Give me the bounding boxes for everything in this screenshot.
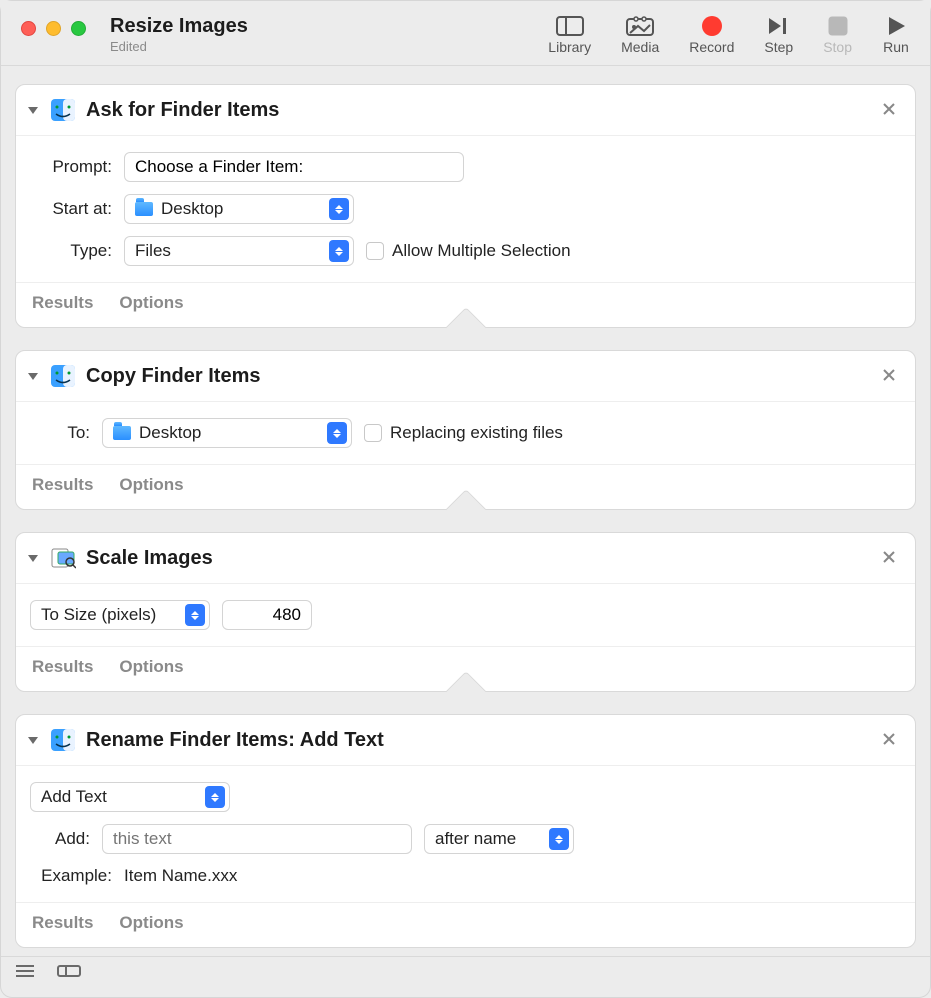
- record-label: Record: [689, 39, 734, 55]
- statusbar: [1, 956, 930, 984]
- allow-multiple-label: Allow Multiple Selection: [392, 241, 571, 261]
- media-button[interactable]: Media: [621, 15, 659, 55]
- action-scale-images: Scale Images To Size (pixels) Results Op…: [15, 532, 916, 692]
- disclosure-icon[interactable]: [26, 369, 40, 383]
- toolbar: Library Media Record Step Stop: [548, 15, 910, 55]
- chevron-updown-icon: [185, 604, 205, 626]
- action-title: Rename Finder Items: Add Text: [86, 729, 869, 752]
- step-button[interactable]: Step: [764, 15, 793, 55]
- rename-mode-popup[interactable]: Add Text: [30, 782, 230, 812]
- remove-action-button[interactable]: [879, 366, 899, 387]
- example-label: Example:: [30, 866, 112, 886]
- media-label: Media: [621, 39, 659, 55]
- start-at-value: Desktop: [161, 199, 321, 219]
- replace-existing-checkbox[interactable]: Replacing existing files: [364, 423, 563, 443]
- zoom-window-button[interactable]: [71, 21, 86, 36]
- action-rename-finder-items: Rename Finder Items: Add Text Add Text A…: [15, 714, 916, 948]
- chevron-updown-icon: [329, 198, 349, 220]
- stop-label: Stop: [823, 39, 852, 55]
- action-title: Ask for Finder Items: [86, 99, 869, 122]
- record-icon: [698, 15, 726, 37]
- step-icon: [765, 15, 793, 37]
- disclosure-icon[interactable]: [26, 103, 40, 117]
- step-label: Step: [764, 39, 793, 55]
- variables-view-button[interactable]: [57, 964, 81, 978]
- start-at-popup[interactable]: Desktop: [124, 194, 354, 224]
- workflow-area: Ask for Finder Items Prompt: Start at: D…: [1, 66, 930, 956]
- window-subtitle: Edited: [110, 39, 248, 54]
- run-label: Run: [883, 39, 909, 55]
- start-at-label: Start at:: [30, 199, 112, 219]
- scale-size-input[interactable]: [222, 600, 312, 630]
- chevron-updown-icon: [549, 828, 569, 850]
- title-block: Resize Images Edited: [110, 15, 248, 54]
- run-icon: [882, 15, 910, 37]
- checkbox-box: [364, 424, 382, 442]
- disclosure-icon[interactable]: [26, 551, 40, 565]
- minimize-window-button[interactable]: [46, 21, 61, 36]
- chevron-updown-icon: [327, 422, 347, 444]
- scale-mode-popup[interactable]: To Size (pixels): [30, 600, 210, 630]
- to-value: Desktop: [139, 423, 319, 443]
- remove-action-button[interactable]: [879, 548, 899, 569]
- options-toggle[interactable]: Options: [119, 657, 183, 677]
- checkbox-box: [366, 242, 384, 260]
- disclosure-icon[interactable]: [26, 733, 40, 747]
- options-toggle[interactable]: Options: [119, 293, 183, 313]
- window-controls: [21, 15, 110, 36]
- position-popup[interactable]: after name: [424, 824, 574, 854]
- replace-existing-label: Replacing existing files: [390, 423, 563, 443]
- library-icon: [556, 15, 584, 37]
- action-header: Copy Finder Items: [16, 351, 915, 402]
- run-button[interactable]: Run: [882, 15, 910, 55]
- action-title: Copy Finder Items: [86, 365, 869, 388]
- results-toggle[interactable]: Results: [32, 913, 93, 933]
- action-title: Scale Images: [86, 547, 869, 570]
- record-button[interactable]: Record: [689, 15, 734, 55]
- stop-button: Stop: [823, 15, 852, 55]
- library-label: Library: [548, 39, 591, 55]
- prompt-label: Prompt:: [30, 157, 112, 177]
- add-text-input[interactable]: [102, 824, 412, 854]
- add-label: Add:: [30, 829, 90, 849]
- action-header: Rename Finder Items: Add Text: [16, 715, 915, 766]
- folder-icon: [113, 426, 131, 440]
- action-header: Ask for Finder Items: [16, 85, 915, 136]
- results-toggle[interactable]: Results: [32, 657, 93, 677]
- folder-icon: [135, 202, 153, 216]
- stop-icon: [824, 15, 852, 37]
- action-ask-finder-items: Ask for Finder Items Prompt: Start at: D…: [15, 84, 916, 328]
- window-title: Resize Images: [110, 15, 248, 38]
- options-toggle[interactable]: Options: [119, 913, 183, 933]
- type-value: Files: [135, 241, 321, 261]
- action-header: Scale Images: [16, 533, 915, 584]
- type-label: Type:: [30, 241, 112, 261]
- rename-mode-value: Add Text: [41, 787, 197, 807]
- finder-icon: [50, 363, 76, 389]
- allow-multiple-checkbox[interactable]: Allow Multiple Selection: [366, 241, 571, 261]
- close-window-button[interactable]: [21, 21, 36, 36]
- to-label: To:: [30, 423, 90, 443]
- remove-action-button[interactable]: [879, 730, 899, 751]
- finder-icon: [50, 97, 76, 123]
- chevron-updown-icon: [205, 786, 225, 808]
- titlebar: Resize Images Edited Library Media Recor…: [1, 1, 930, 66]
- prompt-input[interactable]: [124, 152, 464, 182]
- log-view-button[interactable]: [15, 964, 35, 978]
- results-toggle[interactable]: Results: [32, 475, 93, 495]
- scale-mode-value: To Size (pixels): [41, 605, 177, 625]
- media-icon: [626, 15, 654, 37]
- preview-app-icon: [50, 545, 76, 571]
- results-toggle[interactable]: Results: [32, 293, 93, 313]
- finder-icon: [50, 727, 76, 753]
- position-value: after name: [435, 829, 541, 849]
- example-value: Item Name.xxx: [124, 866, 237, 886]
- library-button[interactable]: Library: [548, 15, 591, 55]
- remove-action-button[interactable]: [879, 100, 899, 121]
- action-copy-finder-items: Copy Finder Items To: Desktop Replacing …: [15, 350, 916, 510]
- type-popup[interactable]: Files: [124, 236, 354, 266]
- chevron-updown-icon: [329, 240, 349, 262]
- options-toggle[interactable]: Options: [119, 475, 183, 495]
- to-popup[interactable]: Desktop: [102, 418, 352, 448]
